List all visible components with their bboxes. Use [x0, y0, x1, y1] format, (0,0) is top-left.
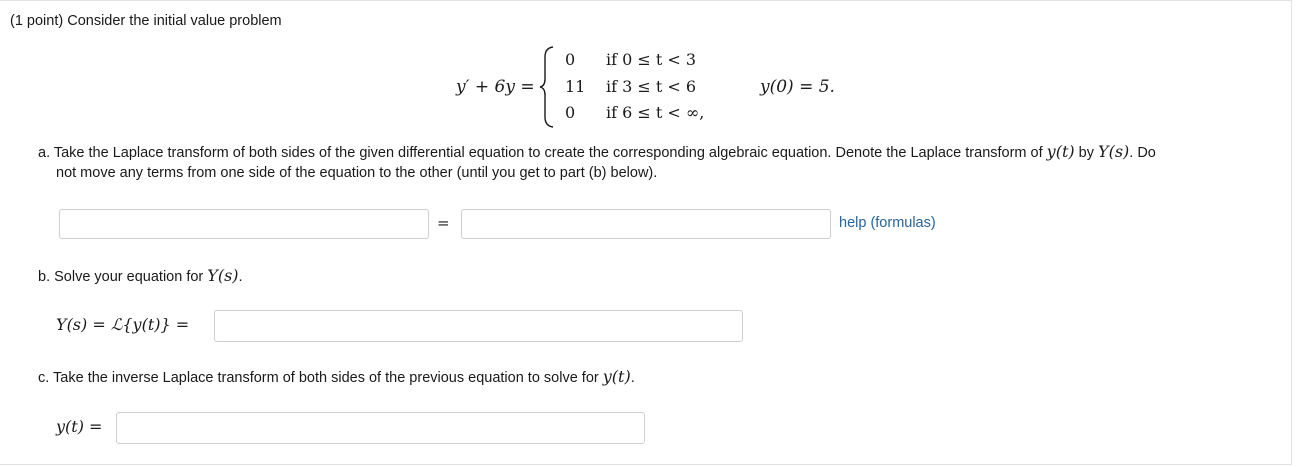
part-c-text: c. Take the inverse Laplace transform of… [38, 367, 635, 386]
initial-condition: y(0) = 5. [760, 77, 835, 97]
problem-intro: (1 point) Consider the initial value pro… [10, 13, 282, 29]
part-b-label: Y(s) = ℒ{y(t)} = [56, 315, 190, 334]
laplace-lhs-input[interactable] [59, 209, 429, 239]
points-label: (1 point) [10, 13, 64, 29]
part-b-Ys: Y(s) [207, 266, 239, 285]
case-value-1: 0 [565, 50, 576, 69]
part-a-text: a. Take the Laplace transform of both si… [38, 142, 1156, 161]
intro-text: Consider the initial value problem [67, 13, 282, 29]
part-c-yt: y(t) [602, 367, 631, 386]
case-condition-3: if 6 ≤ t < ∞, [606, 103, 705, 122]
part-c-prefix: c. Take the inverse Laplace transform of… [38, 370, 599, 386]
problem-panel: (1 point) Consider the initial value pro… [0, 0, 1292, 465]
part-a-Ys: Y(s) [1098, 142, 1130, 161]
yt-answer-input[interactable] [116, 412, 645, 444]
equation-lhs: y′ + 6y = [456, 77, 535, 97]
part-c-label: y(t) = [56, 417, 103, 436]
equals-sign: = [437, 214, 450, 232]
Ys-answer-input[interactable] [214, 310, 743, 342]
part-b-suffix: . [238, 269, 243, 285]
left-brace-icon [539, 46, 554, 128]
help-formulas-link[interactable]: help (formulas) [839, 215, 936, 231]
part-b-prefix: b. Solve your equation for [38, 269, 204, 285]
case-condition-2: if 3 ≤ t < 6 [606, 77, 697, 96]
laplace-rhs-input[interactable] [461, 209, 831, 239]
part-b-text: b. Solve your equation for Y(s). [38, 266, 243, 285]
part-a-yt: y(t) [1046, 142, 1075, 161]
case-value-2: 11 [565, 77, 586, 96]
part-c-suffix: . [630, 370, 635, 386]
part-a-prefix: a. Take the Laplace transform of both si… [38, 145, 1043, 161]
part-a-line2: not move any terms from one side of the … [56, 165, 658, 181]
part-a-by: by [1078, 145, 1094, 161]
case-condition-1: if 0 ≤ t < 3 [606, 50, 697, 69]
case-value-3: 0 [565, 103, 576, 122]
part-a-suffix: . Do [1129, 145, 1156, 161]
